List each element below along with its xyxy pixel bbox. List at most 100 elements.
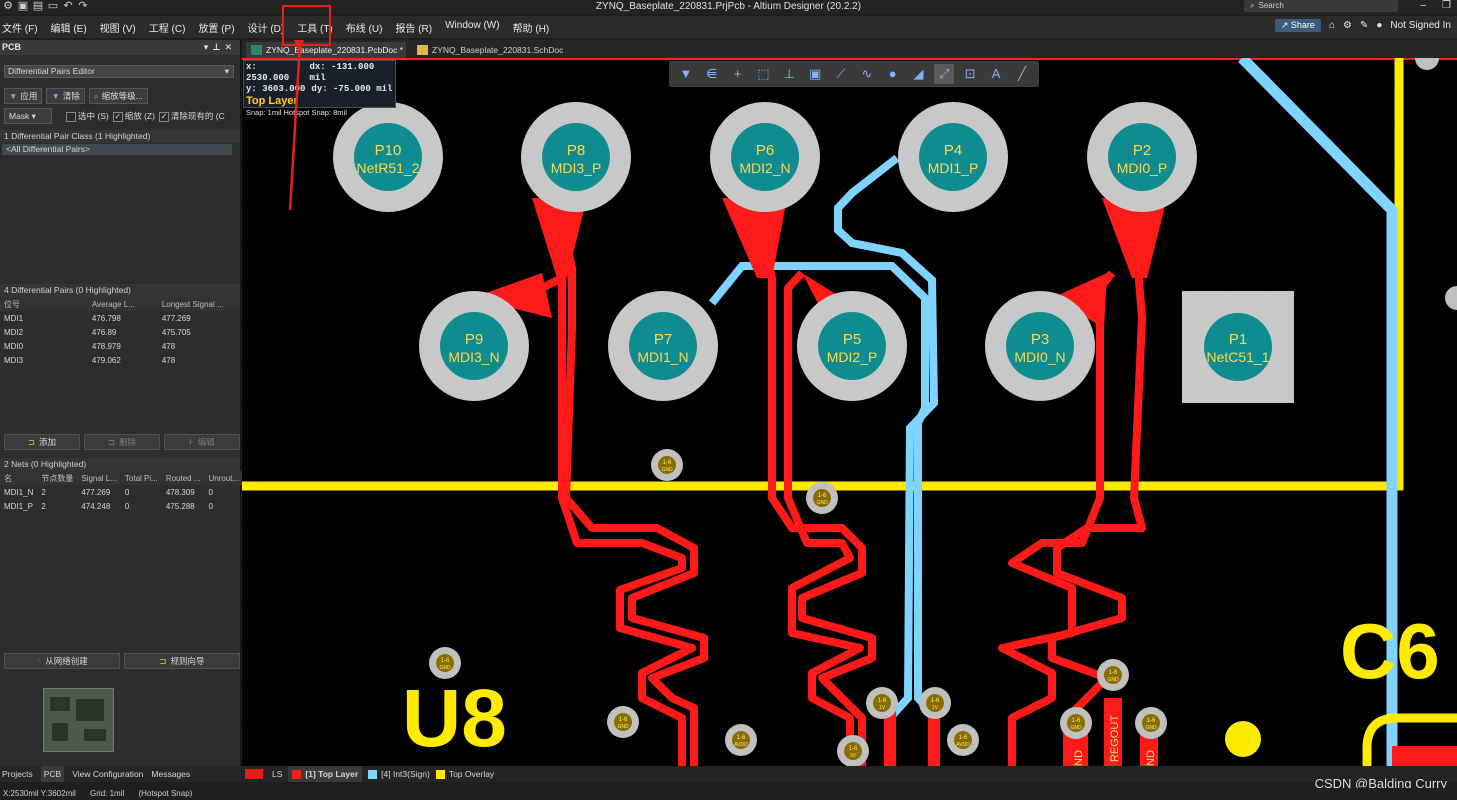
- col-signal[interactable]: Signal L...: [77, 471, 121, 485]
- col-nodes[interactable]: 节点数量: [37, 471, 78, 485]
- zoom-check-box[interactable]: ✓: [112, 111, 123, 122]
- menu-view[interactable]: 视图 (V): [98, 20, 138, 35]
- edit-pair-button[interactable]: ⊦ 编辑: [164, 434, 240, 450]
- line-icon[interactable]: ╱: [1012, 64, 1032, 84]
- select-check-box[interactable]: [66, 111, 76, 122]
- nets-section: 2 Nets (0 Highlighted) 名 节点数量 Signal L..…: [0, 458, 244, 513]
- panel-menu-icon[interactable]: ▾: [204, 42, 213, 52]
- via: 1-6AVDD: [947, 724, 979, 756]
- pair-longest: 478: [161, 341, 176, 351]
- layer-tab-top[interactable]: [1] Top Layer: [288, 766, 363, 782]
- pcb-canvas[interactable]: P10 NetR51_2 P8 MDI3_P P6 MDI2_N P4 MDI1…: [242, 58, 1457, 766]
- tune-length-icon[interactable]: ∿: [857, 64, 877, 84]
- svg-text:1-6: 1-6: [619, 717, 628, 723]
- col-average[interactable]: Average L...: [31, 297, 158, 311]
- polygon-icon[interactable]: ◢: [909, 64, 929, 84]
- board-thumbnail[interactable]: [43, 688, 114, 752]
- col-longest[interactable]: Longest Signal ...: [157, 297, 240, 311]
- interactive-route-icon[interactable]: ⤢: [934, 64, 955, 84]
- tab-projects[interactable]: Projects: [2, 766, 33, 782]
- col-total[interactable]: Total Pi...: [120, 471, 162, 485]
- route-icon[interactable]: ⟋: [831, 64, 851, 84]
- net-total: 0: [124, 487, 130, 497]
- col-unrouted[interactable]: Unrout...: [204, 471, 244, 485]
- pad-number: P7: [654, 331, 672, 348]
- rule-wizard-button[interactable]: ⊐ 规则向导: [124, 653, 240, 669]
- home-icon[interactable]: ⌂: [1329, 20, 1335, 31]
- text-icon[interactable]: A: [986, 64, 1006, 84]
- menu-bar: 文件 (F) 编辑 (E) 视图 (V) 工程 (C) 放置 (P) 设计 (D…: [0, 16, 1457, 38]
- panel-mode-dropdown[interactable]: Differential Pairs Editor: [4, 65, 234, 78]
- snap-icon[interactable]: ⋹: [702, 64, 722, 84]
- col-name[interactable]: 名: [0, 471, 38, 485]
- clear-existing-checkbox[interactable]: ✓ 清除现有的 (C: [158, 110, 225, 122]
- active-bar-toolbar: ▼ ⋹ + ⬚ ⊥ ▣ ⟋ ∿ ● ◢ ⤢ ⊡ A ╱: [669, 61, 1039, 87]
- menu-route[interactable]: 布线 (U): [344, 20, 385, 35]
- tab-pcb[interactable]: PCB: [40, 766, 65, 782]
- delete-pair-button[interactable]: ⊐ 删除: [84, 434, 160, 450]
- zoom-checkbox[interactable]: ✓ 缩放 (Z): [112, 110, 155, 122]
- gear-icon[interactable]: ⚙: [1343, 20, 1352, 31]
- pair-longest: 475.705: [161, 327, 191, 337]
- minimize-button[interactable]: –: [1420, 0, 1426, 11]
- user-icon[interactable]: ●: [1376, 20, 1382, 31]
- select-checkbox[interactable]: 选中 (S): [66, 110, 109, 122]
- table-row[interactable]: MDI1_N 2 477.269 0 478.309 0: [0, 485, 243, 499]
- place-pad-icon[interactable]: ●: [883, 64, 903, 84]
- menu-items: 文件 (F) 编辑 (E) 视图 (V) 工程 (C) 放置 (P) 设计 (D…: [0, 20, 551, 35]
- notifications-off-icon[interactable]: ✎: [1360, 20, 1368, 31]
- mask-dropdown[interactable]: Mask ▾: [4, 108, 52, 124]
- dimension-icon[interactable]: ⊡: [960, 64, 980, 84]
- menu-project[interactable]: 工程 (C): [147, 20, 188, 35]
- add-pair-button[interactable]: ⊐ 添加: [4, 434, 80, 450]
- close-icon[interactable]: ✕: [224, 42, 236, 52]
- panel-header: PCB ▾⊥✕: [0, 40, 240, 55]
- share-button[interactable]: ↗ Share: [1274, 19, 1321, 32]
- menu-window[interactable]: Window (W): [443, 20, 501, 35]
- menu-place[interactable]: 放置 (P): [196, 20, 236, 35]
- tab-view-configuration[interactable]: View Configuration: [72, 766, 143, 782]
- table-row[interactable]: MDI1_P 2 474.248 0 475.288 0: [0, 499, 243, 513]
- menu-reports[interactable]: 报告 (R): [393, 20, 434, 35]
- layer-tab-overlay[interactable]: Top Overlay: [435, 766, 494, 782]
- filter-icon[interactable]: ▼: [676, 64, 696, 84]
- menu-file[interactable]: 文件 (F): [0, 20, 40, 35]
- class-list-item[interactable]: <All Differential Pairs>: [2, 144, 232, 155]
- table-row[interactable]: MDI0 478.979 478: [0, 339, 240, 353]
- pin-icon[interactable]: ⊥: [212, 42, 224, 52]
- table-row[interactable]: MDI3 479.062 478: [0, 353, 240, 367]
- apply-button[interactable]: ▼ 应用: [4, 88, 43, 104]
- crosshair-icon[interactable]: +: [728, 64, 748, 84]
- layer-color-swatch[interactable]: [245, 769, 263, 779]
- component-icon[interactable]: ▣: [805, 64, 825, 84]
- select-rect-icon[interactable]: ⬚: [753, 64, 773, 84]
- window-controls: – ❐: [1420, 0, 1451, 11]
- menu-help[interactable]: 帮助 (H): [511, 20, 552, 35]
- restore-button[interactable]: ❐: [1442, 0, 1451, 11]
- menu-design[interactable]: 设计 (D): [246, 20, 287, 35]
- table-row[interactable]: MDI1 476.798 477.269: [0, 311, 240, 325]
- tab-schdoc[interactable]: ZYNQ_Baseplate_220831.SchDoc: [412, 42, 572, 58]
- clear-button[interactable]: ▼ 清除: [46, 88, 85, 104]
- align-icon[interactable]: ⊥: [779, 64, 799, 84]
- svg-text:1-6: 1-6: [441, 658, 450, 664]
- search-input[interactable]: ⌕ Search: [1244, 0, 1398, 12]
- zoom-level-button[interactable]: ⌕ 缩放等级...: [88, 88, 148, 104]
- menu-edit[interactable]: 编辑 (E): [49, 20, 89, 35]
- clear-existing-check-box[interactable]: ✓: [158, 111, 169, 122]
- col-designator[interactable]: 位号: [0, 297, 32, 311]
- pad-p3: P3 MDI0_N: [985, 291, 1095, 401]
- status-snap: (Hotspot Snap): [138, 789, 193, 798]
- pad-p8: P8 MDI3_P: [521, 102, 631, 212]
- table-row[interactable]: MDI2 476.89 475.705: [0, 325, 240, 339]
- create-from-net-button[interactable]: ⁖ 从网络创建: [4, 653, 120, 669]
- svg-text:GND: GND: [617, 724, 629, 730]
- ls-button[interactable]: LS: [272, 766, 282, 782]
- layer-tab-int3[interactable]: [4] Int3(Sign): [368, 766, 430, 782]
- via: 1-6GND: [607, 706, 639, 738]
- coordinates-hud: x: 2530.000 dx: -131.000 mil y: 3603.000 d…: [243, 60, 396, 117]
- user-label[interactable]: Not Signed In: [1390, 20, 1451, 31]
- pair-avg: 479.062: [91, 355, 121, 365]
- tab-messages[interactable]: Messages: [151, 766, 190, 782]
- col-routed[interactable]: Routed ...: [161, 471, 205, 485]
